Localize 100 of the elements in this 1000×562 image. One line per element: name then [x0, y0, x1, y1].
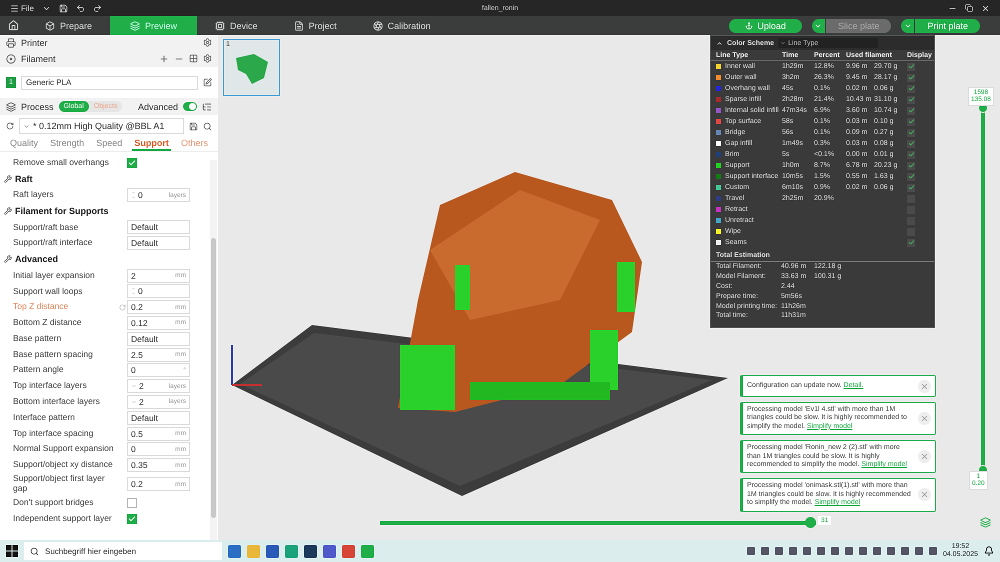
save-icon — [58, 4, 68, 12]
settings-tab[interactable]: Support — [132, 138, 171, 151]
search-button[interactable] — [203, 122, 212, 130]
input-field[interactable]: Default — [127, 332, 190, 346]
checkbox[interactable] — [907, 238, 915, 246]
setting-label: Raft layers — [13, 190, 55, 200]
printer-icon — [6, 38, 16, 48]
nav-tab[interactable]: Project — [276, 16, 355, 35]
checkbox[interactable] — [907, 128, 915, 136]
edit-button[interactable] — [203, 78, 212, 87]
redo-icon — [92, 4, 102, 12]
close-icon — [920, 382, 929, 390]
chip-icon — [215, 20, 226, 30]
filament-icon — [6, 54, 16, 64]
plus-icon — [159, 54, 169, 64]
setting-label: Top interface spacing — [13, 428, 94, 438]
panel-title: Process — [21, 102, 54, 112]
checkbox[interactable] — [907, 140, 915, 148]
setting-label: Normal Support expansion — [13, 444, 115, 454]
notification-icon[interactable] — [984, 546, 994, 556]
setting-label: Base pattern — [13, 334, 62, 344]
checkbox[interactable] — [127, 514, 137, 524]
windows-start-icon[interactable] — [6, 545, 18, 557]
settings-button[interactable] — [203, 38, 212, 47]
nav-tab[interactable]: Device — [197, 16, 276, 35]
checkbox[interactable] — [907, 162, 915, 170]
toggle-switch[interactable] — [183, 102, 197, 111]
settings-tab[interactable]: Speed — [94, 138, 124, 151]
add-button[interactable] — [159, 54, 169, 64]
preset-dropdown[interactable]: * 0.12mm High Quality @BBL A1 — [19, 118, 184, 134]
setting-label: Support/raft interface — [13, 238, 94, 248]
undo-icon — [76, 4, 85, 12]
setting-label: Support/object first layer gap — [13, 474, 106, 494]
caret-icon — [23, 122, 30, 130]
anchor-icon — [745, 22, 754, 30]
taskbar-app-icon[interactable] — [266, 544, 279, 558]
setting-label: Base pattern spacing — [13, 350, 94, 360]
setting-label: Support/raft base — [13, 222, 80, 232]
section-title: Advanced — [15, 254, 58, 264]
list-button[interactable] — [202, 102, 212, 112]
nav-tab[interactable]: Calibration — [354, 16, 449, 35]
spin-icon — [131, 190, 136, 200]
checkbox[interactable] — [907, 106, 915, 114]
layers-icon — [980, 517, 991, 528]
input-field[interactable]: Default — [127, 410, 190, 425]
checkbox[interactable] — [907, 118, 915, 126]
checkbox[interactable] — [127, 158, 137, 168]
section-title: Raft — [15, 174, 32, 184]
filament-field[interactable]: Generic PLA — [21, 76, 198, 90]
close-icon — [920, 452, 929, 462]
input-field[interactable]: Default — [127, 236, 190, 250]
file-menu[interactable]: File — [6, 1, 38, 15]
taskbar-app-icon[interactable] — [228, 544, 241, 558]
setting-label: Top Z distance — [13, 302, 70, 312]
checkbox[interactable] — [907, 62, 915, 70]
panel-title: Printer — [21, 38, 48, 48]
taskbar-app-icon[interactable] — [323, 544, 336, 558]
sync-button[interactable] — [189, 54, 198, 63]
nav-tab[interactable]: Prepare — [27, 16, 110, 35]
toggle-label: Advanced — [138, 102, 178, 112]
document-icon — [294, 20, 304, 30]
grid-icon — [189, 54, 198, 63]
close-icon — [920, 490, 929, 500]
taskbar-app-icon[interactable] — [304, 544, 317, 558]
section-title: Filament for Supports — [15, 206, 109, 216]
layers-icon — [130, 20, 140, 30]
checkbox[interactable] — [907, 150, 915, 158]
scrollbar[interactable] — [210, 160, 217, 540]
caret-icon — [131, 398, 137, 405]
setting-label: Interface pattern — [13, 412, 76, 423]
settings-tab[interactable]: Quality — [8, 138, 40, 151]
settings-tab[interactable]: Strength — [48, 138, 86, 151]
checkbox[interactable] — [907, 74, 915, 82]
checkbox[interactable] — [907, 184, 915, 192]
menu-icon — [10, 4, 19, 12]
close-icon — [920, 414, 929, 424]
dropdown-button[interactable] — [901, 18, 916, 32]
process-icon — [6, 102, 16, 112]
settings-button[interactable] — [203, 54, 212, 63]
section-icon — [4, 175, 12, 184]
dropdown-button[interactable] — [812, 18, 826, 32]
save-button[interactable] — [189, 122, 198, 130]
caret-icon — [131, 383, 137, 390]
search-icon — [30, 546, 39, 556]
move-slider[interactable] — [380, 517, 816, 528]
setting-label: Support/object xy distance — [13, 460, 114, 470]
setting-label: Bottom Z distance — [13, 318, 83, 328]
search-field[interactable]: Suchbegriff hier eingeben — [24, 542, 222, 560]
checkbox[interactable] — [907, 172, 915, 180]
checkbox[interactable] — [907, 96, 915, 104]
section-icon — [4, 255, 12, 264]
input-field[interactable]: Default — [127, 220, 190, 234]
close-icon — [981, 4, 990, 12]
checkbox[interactable] — [907, 84, 915, 92]
reset-icon — [6, 122, 14, 130]
setting-label: Independent support layer — [13, 514, 113, 524]
input-field[interactable]: 0 — [127, 284, 190, 298]
panel-title: Filament — [21, 54, 56, 64]
checkbox[interactable] — [127, 498, 137, 508]
collapse-icon[interactable] — [716, 40, 723, 46]
